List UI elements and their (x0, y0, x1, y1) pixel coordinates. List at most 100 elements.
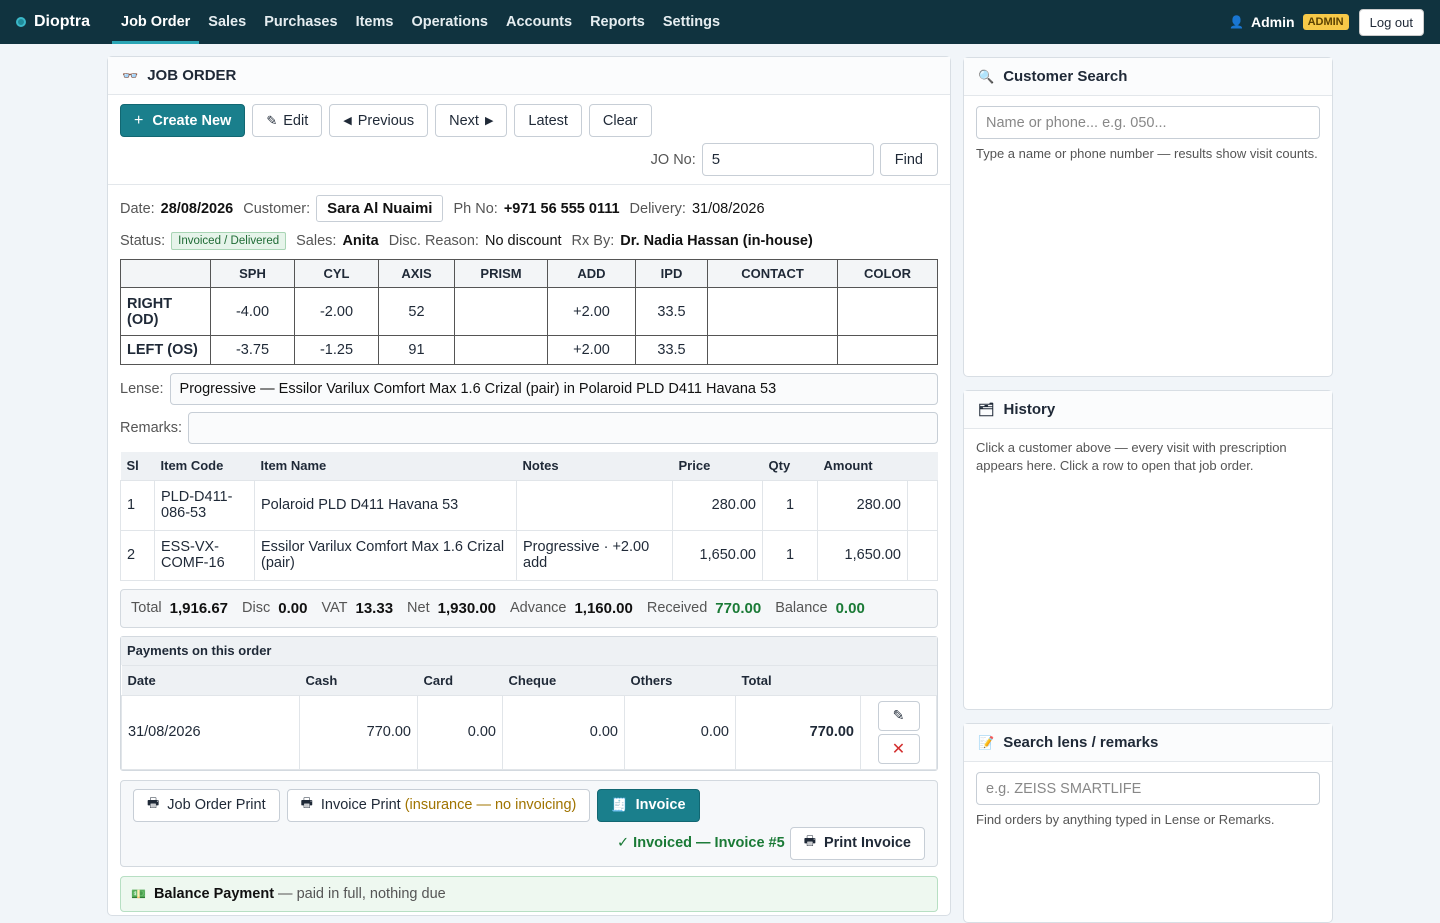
jo-number-row: JO No: 5 Find (108, 137, 950, 176)
print-invoice-button[interactable]: 🖶 Print Invoice (789, 826, 925, 860)
table-row[interactable]: 1 PLD-D411-086-53 Polaroid PLD D411 Hava… (120, 479, 938, 531)
clear-button[interactable]: Clear (588, 104, 652, 137)
delivery-label: Delivery: (629, 200, 686, 217)
printer-icon: 🖶 (803, 833, 816, 848)
nav-items[interactable]: Items (347, 0, 403, 44)
user-icon: 👤 (1229, 15, 1244, 29)
received-label: Received (646, 600, 708, 616)
nav-job-order[interactable]: Job Order (112, 0, 200, 44)
rx-left-ipd[interactable]: 33.5 (635, 335, 708, 365)
item-amount: 280.00 (817, 479, 908, 531)
print-actions: 🖶 Job Order Print 🖶 Invoice Print (insuran… (120, 779, 938, 867)
latest-button[interactable]: Latest (514, 104, 582, 137)
table-row[interactable]: 2 ESS-VX-COMF-16 Essilor Varilux Comfort… (120, 529, 938, 581)
item-code: PLD-D411-086-53 (154, 479, 255, 531)
rx-left-prism[interactable] (454, 335, 548, 365)
next-button[interactable]: Next ▶ (435, 104, 508, 137)
receipt-icon: 🧾 (611, 797, 628, 812)
create-new-label: Create New (152, 112, 232, 129)
invoice-label: Invoice (635, 797, 686, 813)
pay-others: 0.00 (624, 694, 736, 770)
pay-header-date: Date (121, 664, 300, 695)
history-header: 🗂 History (964, 391, 1332, 429)
customer-name[interactable]: Sara Al Nuaimi (316, 195, 444, 222)
rx-header-cyl: CYL (294, 259, 379, 288)
nav-reports[interactable]: Reports (581, 0, 654, 44)
rx-left-cyl[interactable]: -1.25 (294, 335, 379, 365)
history-title: History (1003, 401, 1056, 418)
nav-settings[interactable]: Settings (654, 0, 729, 44)
invoice-print-note: (insurance — no invoicing) (404, 797, 577, 813)
delete-payment-button[interactable]: ✕ (877, 733, 920, 764)
rx-right-contact[interactable] (707, 287, 838, 336)
find-button[interactable]: Find (879, 143, 938, 176)
advance-value: 1,160.00 (574, 599, 633, 617)
create-new-button[interactable]: + Create New (120, 104, 246, 137)
item-name: Polaroid PLD D411 Havana 53 (254, 479, 517, 531)
lens-search-input[interactable]: e.g. ZEISS SMARTLIFE (976, 772, 1320, 805)
next-label: Next (449, 112, 479, 129)
invoice-print-label: Invoice Print (320, 797, 401, 813)
job-order-print-button[interactable]: 🖶 Job Order Print (133, 788, 280, 822)
items-header-actions (907, 452, 938, 480)
rx-header-row: SPH CYL AXIS PRISM ADD IPD CONTACT COLOR (120, 259, 938, 288)
rx-right-add[interactable]: +2.00 (547, 287, 636, 336)
rx-right-cyl[interactable]: -2.00 (294, 287, 379, 336)
balance-label: Balance (775, 600, 828, 616)
customer-search-input[interactable]: Name or phone... e.g. 050... (976, 106, 1320, 139)
items-header-amount: Amount (817, 452, 908, 480)
invoice-print-button[interactable]: 🖶 Invoice Print (insurance — no invoicing… (286, 788, 591, 822)
items-table: Sl Item Code Item Name Notes Price Qty A… (120, 452, 938, 581)
job-order-title: JOB ORDER (147, 67, 237, 84)
items-header-code: Item Code (154, 452, 255, 480)
rx-left-color[interactable] (837, 335, 938, 365)
item-price: 1,650.00 (672, 529, 763, 581)
item-notes (516, 479, 673, 531)
rx-row-label: RIGHT (OD) (120, 287, 211, 336)
order-info-line-2: Status: Invoiced / Delivered Sales: Anit… (120, 232, 938, 250)
item-code: ESS-VX-COMF-16 (154, 529, 255, 581)
rx-right-axis[interactable]: 52 (378, 287, 455, 336)
rx-header-blank (120, 259, 211, 288)
nav-accounts[interactable]: Accounts (497, 0, 581, 44)
items-header-name: Item Name (254, 452, 517, 480)
rx-by: Dr. Nadia Hassan (in-house) (620, 233, 813, 249)
item-name: Essilor Varilux Comfort Max 1.6 Crizal (… (254, 529, 517, 581)
edit-button[interactable]: ✎ Edit (252, 104, 323, 137)
printer-icon: 🖶 (147, 795, 160, 810)
rx-right-prism[interactable] (454, 287, 548, 336)
invoice-button[interactable]: 🧾 Invoice (597, 788, 700, 822)
edit-payment-button[interactable]: ✎ (877, 700, 920, 731)
jo-number-input[interactable]: 5 (701, 143, 874, 176)
nav-operations[interactable]: Operations (402, 0, 497, 44)
items-header-notes: Notes (516, 452, 673, 480)
rx-header-ipd: IPD (635, 259, 708, 288)
logout-button[interactable]: Log out (1358, 8, 1424, 36)
phone-label: Ph No: (453, 200, 498, 217)
lens-search-help: Find orders by anything typed in Lense o… (976, 812, 1275, 827)
rx-header-add: ADD (547, 259, 636, 288)
rx-left-sph[interactable]: -3.75 (210, 335, 295, 365)
rx-left-contact[interactable] (707, 335, 838, 365)
remarks-field[interactable] (188, 412, 938, 444)
rx-right-ipd[interactable]: 33.5 (635, 287, 708, 336)
nav-purchases[interactable]: Purchases (255, 0, 346, 44)
rx-right-sph[interactable]: -4.00 (210, 287, 295, 336)
items-header-price: Price (672, 452, 763, 480)
lense-field[interactable]: Progressive — Essilor Varilux Comfort Ma… (169, 373, 938, 405)
previous-button[interactable]: ◀ Previous (329, 104, 429, 137)
customer-label: Customer: (243, 200, 311, 217)
pay-header-cash: Cash (299, 664, 418, 695)
rx-right-color[interactable] (837, 287, 938, 336)
lens-search-title: Search lens / remarks (1003, 734, 1159, 751)
rx-by-label: Rx By: (571, 233, 615, 249)
brand-logo[interactable]: Dioptra (16, 13, 90, 31)
rx-row-label: LEFT (OS) (120, 335, 211, 365)
pay-header-cheque: Cheque (502, 664, 625, 695)
nav-sales[interactable]: Sales (199, 0, 255, 44)
totals-bar: Total 1,916.67 Disc 0.00 VAT 13.33 Net 1,930… (120, 588, 938, 628)
lens-search-header: 📝 Search lens / remarks (964, 724, 1332, 762)
rx-left-axis[interactable]: 91 (378, 335, 455, 365)
rx-left-add[interactable]: +2.00 (547, 335, 636, 365)
history-help: Click a customer above — every visit wit… (976, 440, 1287, 473)
